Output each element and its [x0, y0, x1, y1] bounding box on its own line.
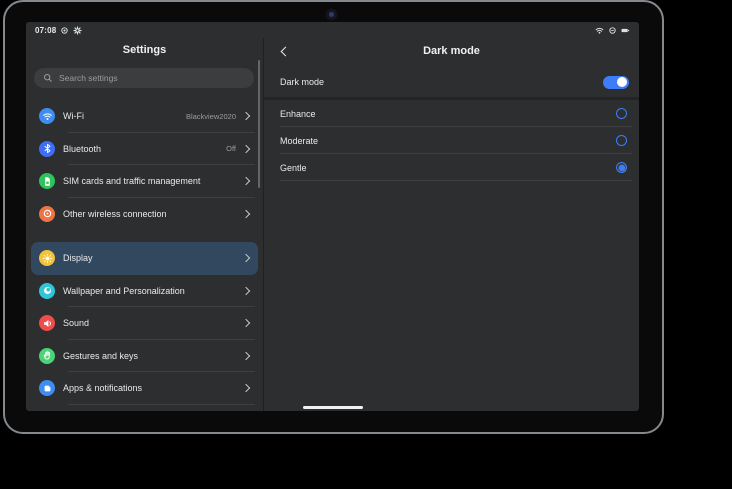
- home-indicator[interactable]: [303, 406, 363, 409]
- chevron-right-icon: [242, 177, 250, 185]
- chevron-right-icon: [242, 319, 250, 327]
- radio-moderate[interactable]: [616, 135, 627, 146]
- chevron-left-icon: [281, 47, 291, 57]
- search-placeholder: Search settings: [59, 73, 118, 83]
- sidebar-item-label: Bluetooth: [63, 144, 226, 154]
- sidebar-item-value: Blackview2020: [186, 112, 236, 121]
- divider: [68, 404, 255, 405]
- toggle-label: Dark mode: [280, 77, 324, 87]
- record-icon: [60, 26, 69, 35]
- toggle-knob: [617, 77, 627, 87]
- do-not-disturb-icon: [608, 26, 617, 35]
- sidebar-item-wifi[interactable]: Wi-Fi Blackview2020: [31, 100, 258, 133]
- gear-icon: [73, 26, 82, 35]
- chevron-right-icon: [242, 352, 250, 360]
- sidebar-item-wallpaper[interactable]: Wallpaper and Personalization: [31, 275, 258, 308]
- option-label: Moderate: [280, 136, 318, 146]
- wifi-icon: [39, 108, 55, 124]
- sidebar-item-label: Sound: [63, 318, 236, 328]
- dark-mode-options: Enhance Moderate Gentle: [264, 100, 639, 181]
- sidebar-item-other-wireless[interactable]: Other wireless connection: [31, 198, 258, 231]
- wifi-status-icon: [595, 26, 604, 35]
- sidebar: Settings Search settings Wi-Fi Black: [26, 38, 263, 411]
- option-moderate[interactable]: Moderate: [264, 127, 639, 154]
- option-label: Gentle: [280, 163, 307, 173]
- apps-icon: [39, 380, 55, 396]
- bluetooth-icon: [39, 141, 55, 157]
- chevron-right-icon: [242, 210, 250, 218]
- chevron-right-icon: [242, 384, 250, 392]
- detail-panel: Dark mode Dark mode Enhance Moderate: [264, 38, 639, 411]
- panel-header: Dark mode: [264, 38, 639, 64]
- sidebar-item-label: Other wireless connection: [63, 209, 236, 219]
- sound-speaker-icon: [39, 315, 55, 331]
- radio-enhance[interactable]: [616, 108, 627, 119]
- sidebar-item-bluetooth[interactable]: Bluetooth Off: [31, 133, 258, 166]
- sidebar-item-apps-notifications[interactable]: Apps & notifications: [31, 372, 258, 405]
- display-sun-icon: [39, 250, 55, 266]
- sidebar-item-sim-cards[interactable]: SIM cards and traffic management: [31, 165, 258, 198]
- page-title: Settings: [26, 38, 263, 62]
- sidebar-item-label: Wi-Fi: [63, 111, 186, 121]
- radio-gentle[interactable]: [616, 162, 627, 173]
- status-bar: 07:08: [26, 22, 639, 38]
- screen: 07:08: [26, 22, 639, 411]
- battery-icon: [621, 26, 630, 35]
- tablet-device: 07:08: [3, 0, 664, 434]
- sidebar-item-sound[interactable]: Sound: [31, 307, 258, 340]
- sidebar-item-label: Wallpaper and Personalization: [63, 286, 236, 296]
- settings-list: Wi-Fi Blackview2020 Bluetooth Off: [31, 100, 258, 405]
- front-camera-icon: [325, 8, 338, 21]
- sidebar-item-label: Apps & notifications: [63, 383, 236, 393]
- dark-mode-toggle[interactable]: [603, 76, 629, 89]
- search-icon: [43, 73, 53, 83]
- gesture-hand-icon: [39, 348, 55, 364]
- chevron-right-icon: [242, 254, 250, 262]
- chevron-right-icon: [242, 145, 250, 153]
- option-enhance[interactable]: Enhance: [264, 100, 639, 127]
- sidebar-item-label: Gestures and keys: [63, 351, 236, 361]
- sidebar-item-label: SIM cards and traffic management: [63, 176, 236, 186]
- chevron-right-icon: [242, 112, 250, 120]
- option-gentle[interactable]: Gentle: [264, 154, 639, 181]
- sim-card-icon: [39, 173, 55, 189]
- panel-title: Dark mode: [264, 38, 639, 64]
- back-button[interactable]: [277, 44, 292, 59]
- divider: [280, 180, 632, 181]
- sidebar-item-value: Off: [226, 144, 236, 153]
- wallpaper-icon: [39, 283, 55, 299]
- status-time: 07:08: [35, 26, 56, 35]
- chevron-right-icon: [242, 287, 250, 295]
- wireless-connection-icon: [39, 206, 55, 222]
- sidebar-item-gestures[interactable]: Gestures and keys: [31, 340, 258, 373]
- sidebar-item-label: Display: [63, 253, 236, 263]
- dark-mode-toggle-row[interactable]: Dark mode: [264, 67, 639, 97]
- option-label: Enhance: [280, 109, 316, 119]
- sidebar-item-display[interactable]: Display: [31, 242, 258, 275]
- search-input[interactable]: Search settings: [34, 68, 254, 88]
- stage: 07:08: [0, 0, 732, 489]
- scrollbar[interactable]: [258, 60, 260, 188]
